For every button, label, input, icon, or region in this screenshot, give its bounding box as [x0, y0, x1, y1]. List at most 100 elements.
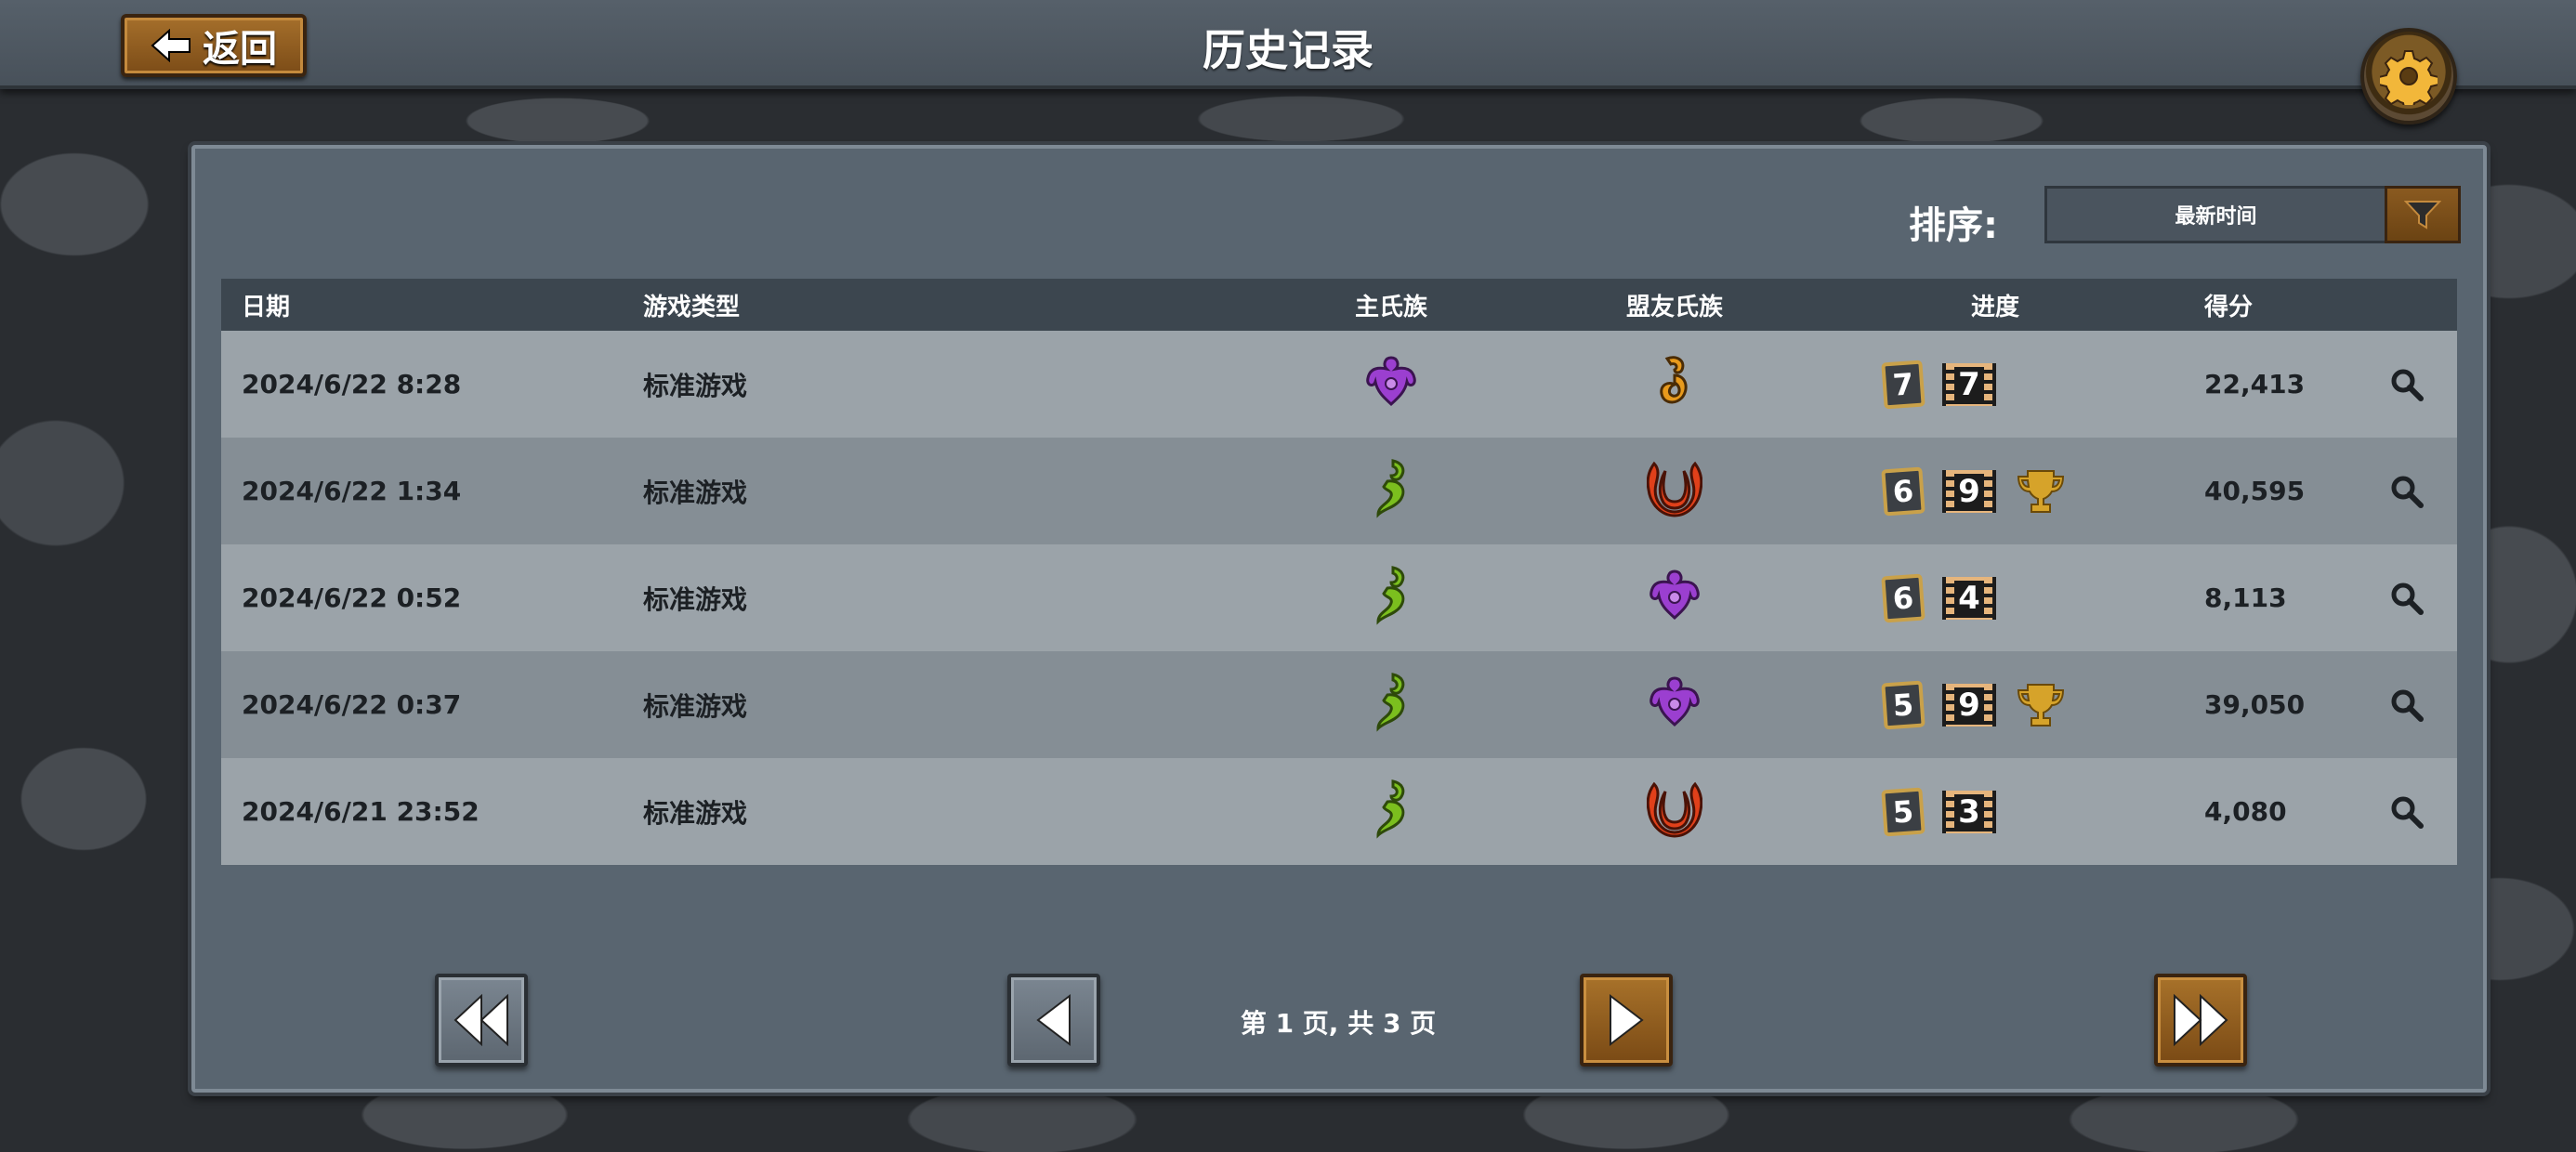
back-button[interactable]: 返回 [121, 14, 307, 77]
purple-clan-icon [1646, 674, 1703, 735]
ladder-badge-icon: 4 [1942, 576, 1996, 620]
table-body: 2024/6/22 8:28 标准游戏 7 7 22,413 2024/6/22 1:34… [221, 331, 2457, 865]
view-details-button[interactable] [2357, 474, 2457, 509]
row-score: 39,050 [2204, 689, 2306, 720]
book-badge-icon: 7 [1881, 360, 1925, 409]
row-ally-clan [1526, 568, 1823, 628]
row-progress: 59 [1823, 680, 2167, 729]
arrow-left-icon [151, 29, 191, 62]
table-row[interactable]: 2024/6/22 8:28 标准游戏 7 7 22,413 [221, 331, 2457, 438]
row-main-clan [1256, 778, 1526, 845]
row-date: 2024/6/22 0:52 [242, 583, 462, 613]
row-date: 2024/6/22 0:37 [242, 689, 462, 720]
top-bar: 历史记录 [0, 0, 2576, 89]
book-badge-icon: 5 [1881, 787, 1925, 836]
next-page-button[interactable] [1580, 974, 1673, 1067]
trophy-icon [2017, 469, 2065, 513]
row-game-type: 标准游戏 [643, 477, 748, 508]
row-progress: 64 [1823, 573, 2167, 622]
view-details-button[interactable] [2357, 581, 2457, 616]
sort-dropdown-value: 最新时间 [2175, 205, 2257, 229]
progress-value-a: 5 [1891, 792, 1915, 831]
ladder-badge-icon: 3 [1942, 790, 1996, 833]
row-score: 22,413 [2204, 369, 2306, 399]
progress-value-a: 7 [1891, 365, 1915, 403]
first-page-button[interactable] [435, 974, 528, 1067]
green-clan-icon [1371, 457, 1412, 525]
progress-value-b: 9 [1954, 687, 1984, 723]
row-progress: 77 [1823, 360, 2167, 409]
progress-value-a: 5 [1891, 686, 1915, 724]
table-row[interactable]: 2024/6/22 0:52 标准游戏 6 4 8,113 [221, 544, 2457, 651]
double-right-icon [2174, 993, 2228, 1047]
row-game-type: 标准游戏 [643, 370, 748, 401]
page-title: 历史记录 [1203, 25, 1373, 75]
progress-value-a: 6 [1891, 579, 1915, 617]
col-header-main-clan: 主氏族 [1354, 293, 1427, 321]
view-details-button[interactable] [2357, 687, 2457, 723]
col-header-date: 日期 [242, 293, 291, 321]
dropdown-toggle[interactable] [2385, 186, 2461, 243]
magnifier-icon [2391, 583, 2424, 615]
ladder-badge-icon: 9 [1942, 469, 1996, 513]
book-badge-icon: 6 [1881, 573, 1925, 622]
green-clan-icon [1371, 564, 1412, 632]
last-page-button[interactable] [2154, 974, 2247, 1067]
row-ally-clan [1526, 674, 1823, 735]
table-row[interactable]: 2024/6/22 1:34 标准游戏 6 9 40,595 [221, 438, 2457, 544]
table-header: 日期 游戏类型 主氏族 盟友氏族 进度 得分 [221, 279, 2457, 331]
filter-funnel-icon [2404, 201, 2441, 229]
row-ally-clan [1526, 779, 1823, 844]
progress-value-b: 9 [1954, 473, 1984, 509]
red-clan-icon [1646, 458, 1703, 524]
progress-value-b: 4 [1954, 580, 1984, 616]
book-badge-icon: 6 [1881, 466, 1925, 516]
col-header-ally-clan: 盟友氏族 [1625, 293, 1723, 321]
progress-value-b: 7 [1954, 366, 1984, 402]
red-clan-icon [1646, 779, 1703, 844]
prev-page-button[interactable] [1007, 974, 1100, 1067]
row-score: 8,113 [2204, 583, 2287, 613]
ladder-badge-icon: 9 [1942, 683, 1996, 727]
col-header-progress: 进度 [1970, 293, 2019, 321]
magnifier-icon [2391, 369, 2424, 401]
row-date: 2024/6/22 8:28 [242, 369, 462, 399]
gear-icon [2380, 50, 2438, 105]
table-row[interactable]: 2024/6/22 0:37 标准游戏 5 9 39,050 [221, 651, 2457, 758]
sort-dropdown[interactable]: 最新时间 [2044, 186, 2461, 243]
trophy-icon [2017, 683, 2065, 727]
row-main-clan [1256, 354, 1526, 414]
sort-label: 排序: [1909, 204, 1998, 247]
row-progress: 69 [1823, 466, 2167, 516]
row-game-type: 标准游戏 [643, 690, 748, 722]
magnifier-icon [2391, 689, 2424, 722]
ladder-badge-icon: 7 [1942, 362, 1996, 406]
green-clan-icon [1371, 778, 1412, 845]
row-game-type: 标准游戏 [643, 797, 748, 829]
settings-button[interactable] [2360, 28, 2457, 124]
row-progress: 53 [1823, 787, 2167, 836]
triangle-left-icon [1036, 993, 1071, 1047]
triangle-right-icon [1610, 993, 1644, 1047]
progress-value-b: 3 [1954, 793, 1984, 830]
row-main-clan [1256, 457, 1526, 525]
book-badge-icon: 5 [1881, 680, 1925, 729]
row-date: 2024/6/21 23:52 [242, 796, 480, 827]
back-button-label: 返回 [203, 28, 277, 71]
col-header-score: 得分 [2204, 293, 2254, 321]
row-score: 40,595 [2204, 476, 2306, 506]
progress-value-a: 6 [1891, 472, 1915, 510]
green-clan-icon [1371, 671, 1412, 739]
view-details-button[interactable] [2357, 794, 2457, 830]
history-table: 日期 游戏类型 主氏族 盟友氏族 进度 得分 2024/6/22 8:28 标准游… [221, 279, 2457, 865]
table-row[interactable]: 2024/6/21 23:52 标准游戏 5 3 4,080 [221, 758, 2457, 865]
orange-clan-icon [1656, 353, 1693, 415]
row-ally-clan [1526, 458, 1823, 524]
purple-clan-icon [1646, 568, 1703, 628]
row-score: 4,080 [2204, 796, 2287, 827]
double-left-icon [453, 993, 508, 1047]
purple-clan-icon [1362, 354, 1420, 414]
row-main-clan [1256, 564, 1526, 632]
row-ally-clan [1526, 353, 1823, 415]
view-details-button[interactable] [2357, 367, 2457, 402]
